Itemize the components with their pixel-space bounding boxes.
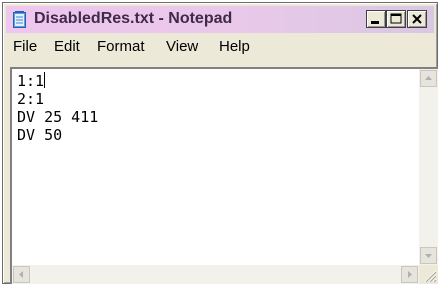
window-title: DisabledRes.txt - Notepad [34,10,233,27]
vertical-scrollbar[interactable] [419,69,438,265]
text-editor[interactable]: 1:1 2:1 DV 25 411 DV 50 [10,67,438,284]
scroll-up-button[interactable] [420,70,437,87]
menu-file[interactable]: File [13,38,37,55]
caption-buttons [366,10,428,29]
notepad-icon [13,11,26,28]
resize-grip-icon [424,270,437,283]
horizontal-scrollbar[interactable] [12,265,419,284]
text-caret [44,72,46,88]
maximize-button[interactable] [386,10,406,28]
text-line: DV 25 411 [17,108,99,126]
menu-help[interactable]: Help [219,38,250,55]
close-icon [412,14,422,24]
menu-bar: File Edit Format View Help [6,34,434,60]
title-bar[interactable]: DisabledRes.txt - Notepad [6,6,434,33]
scroll-left-button[interactable] [13,266,30,283]
minimize-icon [371,21,379,24]
menu-format[interactable]: Format [97,38,145,55]
text-line: DV 50 [17,126,63,144]
arrow-up-icon [425,76,432,80]
scroll-right-button[interactable] [401,266,418,283]
menu-view[interactable]: View [166,38,198,55]
close-button[interactable] [407,10,427,28]
minimize-button[interactable] [366,10,386,28]
scroll-down-button[interactable] [420,247,437,264]
text-line: 2:1 [17,90,45,108]
resize-grip[interactable] [419,265,438,284]
text-line: 1:1 [17,72,46,90]
arrow-left-icon [19,271,23,278]
arrow-down-icon [425,254,432,258]
editor-text[interactable]: 1:1 2:1 DV 25 411 DV 50 [17,72,98,144]
menu-edit[interactable]: Edit [54,38,80,55]
maximize-icon [390,13,402,24]
arrow-right-icon [408,271,412,278]
